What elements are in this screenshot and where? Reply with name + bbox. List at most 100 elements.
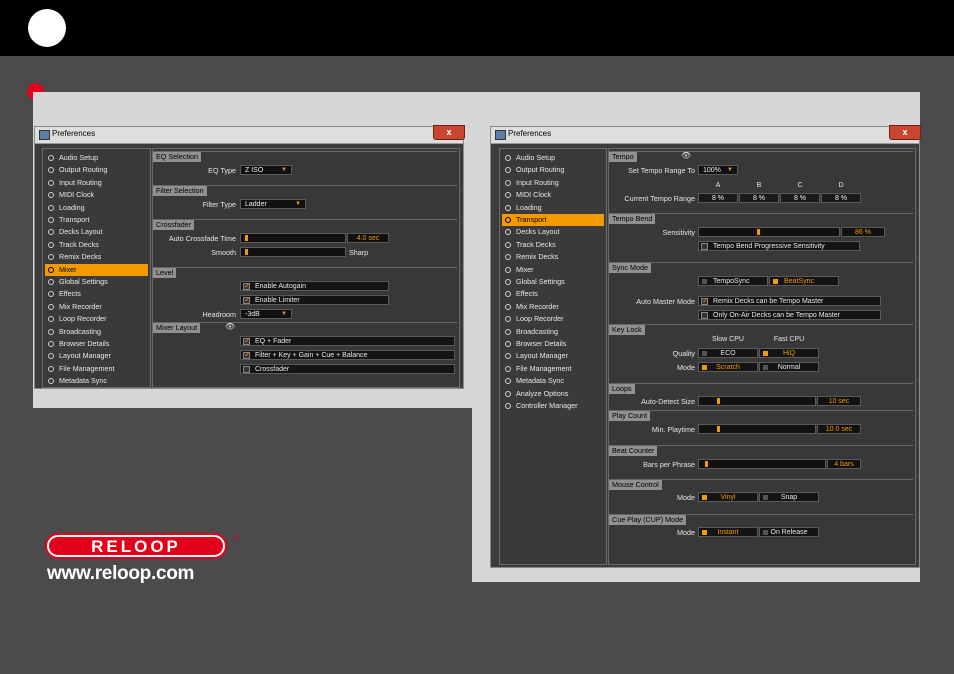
slider-handle[interactable] <box>717 398 720 404</box>
sidebar-item-global-settings[interactable]: Global Settings <box>45 276 148 288</box>
eye-icon[interactable]: 👁 <box>225 322 235 332</box>
eq-fader-checkbox[interactable]: EQ + Fader <box>240 336 455 346</box>
crossfader-curve-slider[interactable] <box>240 247 346 257</box>
sidebar-item-label: Browser Details <box>516 339 567 348</box>
radio-dot-icon <box>505 217 511 223</box>
sidebar-item-analyze-options[interactable]: Analyze Options <box>502 388 604 400</box>
onair-master-checkbox[interactable]: Only On-Air Decks can be Tempo Master <box>698 310 881 320</box>
sidebar-item-loop-recorder[interactable]: Loop Recorder <box>502 313 604 325</box>
section-key-lock: Key Lock <box>609 324 913 335</box>
bars-per-phrase-slider[interactable] <box>698 459 826 469</box>
sidebar-item-controller-manager[interactable]: Controller Manager <box>502 400 604 412</box>
sidebar-item-audio-setup[interactable]: Audio Setup <box>45 152 148 164</box>
sidebar-item-file-management[interactable]: File Management <box>45 363 148 375</box>
sidebar-item-layout-manager[interactable]: Layout Manager <box>45 350 148 362</box>
sidebar-item-track-decks[interactable]: Track Decks <box>45 239 148 251</box>
sidebar-item-output-routing[interactable]: Output Routing <box>502 164 604 176</box>
quality-label: Quality <box>672 349 695 358</box>
sidebar-item-label: Mix Recorder <box>516 301 559 311</box>
sidebar-item-input-routing[interactable]: Input Routing <box>502 177 604 189</box>
sidebar-item-file-management[interactable]: File Management <box>502 363 604 375</box>
enable-autogain-checkbox[interactable]: Enable Autogain <box>240 281 389 291</box>
sidebar-item-transport[interactable]: Transport <box>502 214 604 226</box>
remix-master-checkbox[interactable]: Remix Decks can be Tempo Master <box>698 296 881 306</box>
sidebar-item-remix-decks[interactable]: Remix Decks <box>502 251 604 263</box>
min-playtime-slider[interactable] <box>698 424 816 434</box>
hiq-radio[interactable]: HiQ <box>759 348 819 358</box>
enable-limiter-checkbox[interactable]: Enable Limiter <box>240 295 389 305</box>
sidebar-item-label: Global Settings <box>516 277 565 286</box>
beatsync-radio[interactable]: BeatSync <box>769 276 839 286</box>
sidebar-item-browser-details[interactable]: Browser Details <box>502 338 604 350</box>
vinyl-radio[interactable]: Vinyl <box>698 492 758 502</box>
headroom-select[interactable]: -3dB ▼ <box>240 309 292 319</box>
sidebar-item-metadata-sync[interactable]: Metadata Sync <box>502 375 604 387</box>
sidebar-item-remix-decks[interactable]: Remix Decks <box>45 251 148 263</box>
sidebar-item-mix-recorder[interactable]: Mix Recorder <box>502 301 604 313</box>
sidebar-item-label: Input Routing <box>59 177 102 187</box>
sidebar-item-label: Loading <box>516 202 542 212</box>
auto-crossfade-slider[interactable] <box>240 233 346 243</box>
sidebar-item-input-routing[interactable]: Input Routing <box>45 177 148 189</box>
slider-handle[interactable] <box>245 249 248 255</box>
sidebar-item-mixer[interactable]: Mixer <box>502 264 604 276</box>
sidebar-item-effects[interactable]: Effects <box>502 288 604 300</box>
sidebar-item-decks-layout[interactable]: Decks Layout <box>502 226 604 238</box>
website-url[interactable]: www.reloop.com <box>47 563 194 585</box>
sidebar-item-browser-details[interactable]: Browser Details <box>45 338 148 350</box>
sidebar-item-broadcasting[interactable]: Broadcasting <box>502 326 604 338</box>
radio-dot-icon <box>505 155 511 161</box>
on-release-radio[interactable]: On Release <box>759 527 819 537</box>
sidebar-item-transport[interactable]: Transport <box>45 214 148 226</box>
sidebar-item-label: Audio Setup <box>516 153 556 162</box>
eco-radio[interactable]: ECO <box>698 348 758 358</box>
sidebar-item-decks-layout[interactable]: Decks Layout <box>45 226 148 238</box>
temposync-radio[interactable]: TempoSync <box>698 276 768 286</box>
sidebar-item-loop-recorder[interactable]: Loop Recorder <box>45 313 148 325</box>
normal-radio[interactable]: Normal <box>759 362 819 372</box>
sidebar-item-layout-manager[interactable]: Layout Manager <box>502 350 604 362</box>
sidebar-item-midi-clock[interactable]: MIDI Clock <box>502 189 604 201</box>
sidebar-item-mix-recorder[interactable]: Mix Recorder <box>45 301 148 313</box>
sidebar-item-label: File Management <box>59 363 115 373</box>
sidebar-item-loading[interactable]: Loading <box>502 202 604 214</box>
close-button[interactable]: x <box>433 125 465 140</box>
scratch-radio[interactable]: Scratch <box>698 362 758 372</box>
sidebar-item-output-routing[interactable]: Output Routing <box>45 164 148 176</box>
sidebar-item-mixer[interactable]: Mixer <box>45 263 148 276</box>
sidebar-item-label: Input Routing <box>516 177 559 187</box>
close-button[interactable]: x <box>889 125 921 140</box>
snap-radio[interactable]: Snap <box>759 492 819 502</box>
sidebar-item-global-settings[interactable]: Global Settings <box>502 276 604 288</box>
chevron-down-icon: ▼ <box>281 311 287 317</box>
slow-cpu-label: Slow CPU <box>712 336 744 343</box>
set-tempo-range-select[interactable]: 100% ▼ <box>698 165 738 175</box>
slider-handle[interactable] <box>705 461 708 467</box>
sidebar-item-track-decks[interactable]: Track Decks <box>502 239 604 251</box>
filter-type-select[interactable]: Ladder ▼ <box>240 199 306 209</box>
sidebar-item-label: Layout Manager <box>516 351 568 361</box>
sidebar-item-metadata-sync[interactable]: Metadata Sync <box>45 375 148 387</box>
radio-dot-icon <box>48 378 54 385</box>
sidebar-item-audio-setup[interactable]: Audio Setup <box>502 152 604 164</box>
instant-radio[interactable]: Instant <box>698 527 758 537</box>
radio-dot-icon <box>48 341 54 347</box>
sidebar-item-broadcasting[interactable]: Broadcasting <box>45 326 148 338</box>
tempo-bend-progressive-checkbox[interactable]: Tempo Bend Progressive Sensitivity <box>698 241 860 251</box>
slider-handle[interactable] <box>245 235 248 241</box>
filter-key-gain-checkbox[interactable]: Filter + Key + Gain + Cue + Balance <box>240 350 455 360</box>
auto-detect-slider[interactable] <box>698 396 816 406</box>
radio-dot-icon <box>505 403 511 409</box>
sidebar-item-label: Mixer <box>59 264 77 274</box>
sidebar-item-loading[interactable]: Loading <box>45 202 148 214</box>
eye-icon[interactable]: 👁 <box>681 151 691 161</box>
sidebar-item-midi-clock[interactable]: MIDI Clock <box>45 189 148 201</box>
slider-handle[interactable] <box>717 426 720 432</box>
sidebar-item-effects[interactable]: Effects <box>45 288 148 300</box>
slider-handle[interactable] <box>757 229 760 235</box>
sidebar-item-label: Broadcasting <box>59 326 101 336</box>
crossfader-checkbox[interactable]: Crossfader <box>240 364 455 374</box>
window-title: Preferences <box>508 129 552 138</box>
eq-type-select[interactable]: Z ISO ▼ <box>240 165 292 175</box>
sensitivity-slider[interactable] <box>698 227 840 237</box>
